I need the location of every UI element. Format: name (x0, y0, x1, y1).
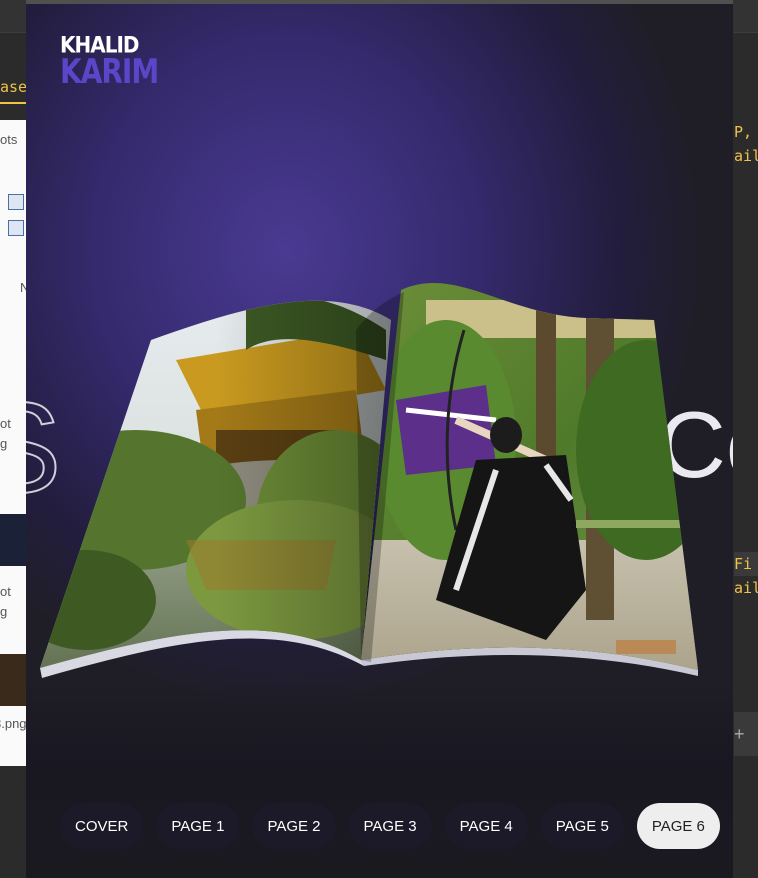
panel-text: ots (0, 132, 18, 147)
background-code-snippet: P, ail (734, 120, 758, 168)
page-button-page-5[interactable]: PAGE 5 (540, 803, 624, 849)
panel-text: g (0, 604, 8, 619)
background-code-snippet-2: Fi ail (734, 552, 758, 600)
page-navigation: COVER PAGE 1 PAGE 2 PAGE 3 PAGE 4 PAGE 5 PAGE … (60, 803, 733, 849)
page-button-page-4[interactable]: PAGE 4 (444, 803, 528, 849)
copy-icon[interactable] (8, 194, 24, 210)
panel-text: 3.png (0, 716, 27, 731)
code-line: P, (734, 123, 753, 141)
panel-text: ot (0, 584, 11, 599)
code-line: Fi (734, 552, 758, 576)
page-button-page-3[interactable]: PAGE 3 (348, 803, 432, 849)
open-magazine[interactable] (26, 270, 733, 690)
logo-line-2: KARIM (60, 51, 159, 92)
code-line: ail (734, 147, 758, 165)
flipbook-viewer: KHALID KARIM S Co (26, 0, 733, 878)
background-file-panel: ots N ot g ot g 3.png (0, 120, 27, 766)
file-thumbnail[interactable] (0, 514, 26, 566)
background-tab-label: ase (0, 78, 28, 96)
paste-icon[interactable] (8, 220, 24, 236)
panel-text: g (0, 436, 8, 451)
brand-logo: KHALID KARIM (60, 34, 159, 89)
plus-chevron-icon[interactable]: + (734, 712, 758, 756)
page-button-cover[interactable]: COVER (60, 803, 144, 849)
page-button-page-2[interactable]: PAGE 2 (252, 803, 336, 849)
file-thumbnail[interactable] (0, 654, 26, 706)
panel-text: ot (0, 416, 11, 431)
page-button-page-1[interactable]: PAGE 1 (156, 803, 240, 849)
page-button-page-6[interactable]: PAGE 6 (636, 803, 720, 849)
viewer-top-border (26, 0, 733, 4)
right-page-photo (361, 283, 698, 671)
code-line: ail (734, 579, 758, 597)
